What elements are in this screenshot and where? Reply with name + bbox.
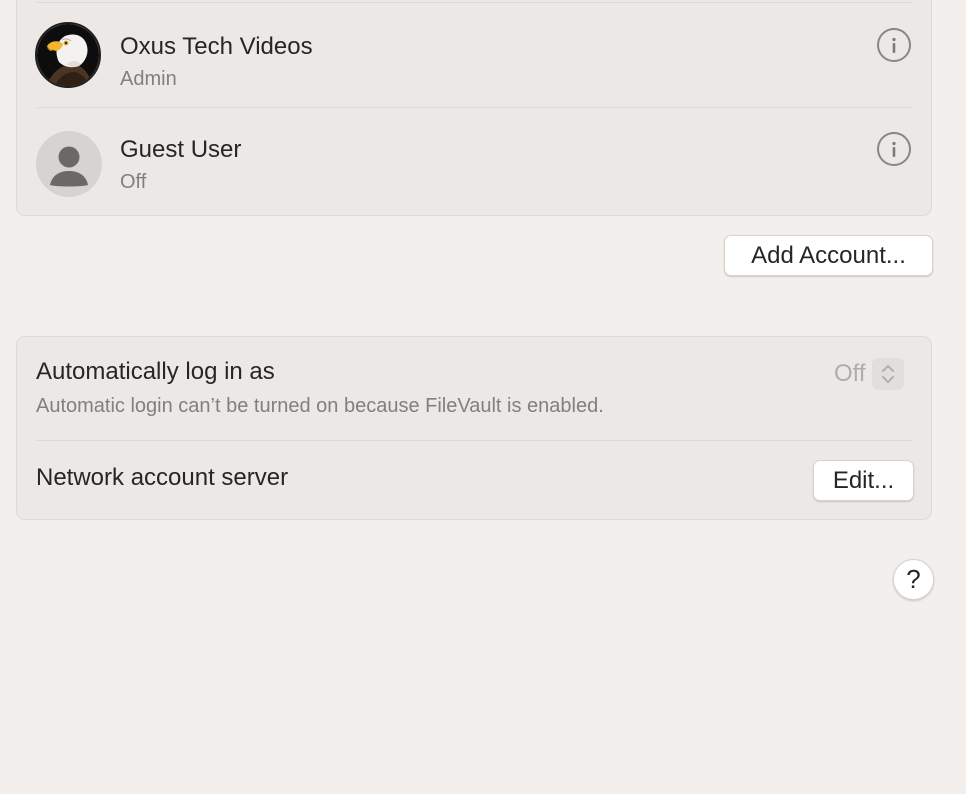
chevron-up-down-glyph (881, 365, 894, 383)
eagle-avatar-image (37, 24, 99, 86)
info-circle-icon[interactable] (877, 28, 911, 62)
help-button[interactable]: ? (893, 559, 934, 600)
add-account-button[interactable]: Add Account... (724, 235, 933, 276)
user-role: Admin (120, 68, 177, 90)
user-name: Guest User (120, 136, 242, 163)
info-glyph (892, 141, 896, 157)
divider (37, 440, 913, 441)
info-glyph (892, 37, 896, 53)
edit-network-server-button[interactable]: Edit... (813, 460, 914, 501)
divider (37, 2, 913, 3)
auto-login-description: Automatic login can’t be turned on becau… (36, 395, 604, 417)
info-circle-icon[interactable] (877, 132, 911, 166)
chevron-up-down-icon (871, 358, 904, 390)
divider (37, 107, 913, 108)
auto-login-popup[interactable]: Off (834, 358, 904, 390)
user-name: Oxus Tech Videos (120, 33, 313, 60)
auto-login-value: Off (834, 360, 866, 387)
user-role: Off (120, 171, 147, 193)
users-list-group: Oxus Tech Videos Admin Guest User Off (16, 0, 932, 216)
person-silhouette-icon (50, 146, 88, 187)
person-silhouette-avatar (36, 131, 102, 197)
auto-login-label: Automatically log in as (36, 358, 275, 385)
login-settings-group: Automatically log in as Automatic login … (16, 336, 932, 520)
network-server-label: Network account server (36, 464, 289, 491)
eagle-avatar (35, 22, 101, 88)
